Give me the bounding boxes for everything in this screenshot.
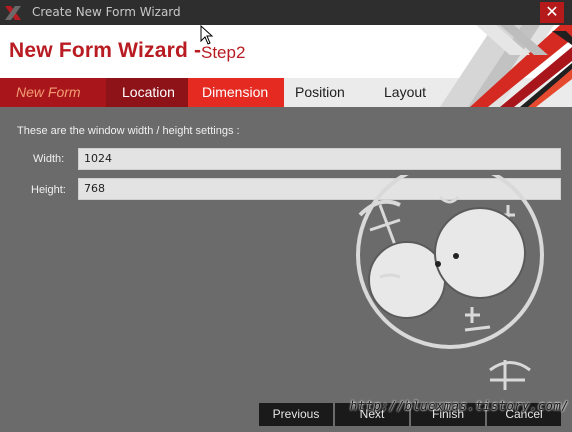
width-field[interactable]: 1024 — [78, 148, 561, 170]
close-icon[interactable]: ✕ — [540, 2, 564, 23]
tab-location[interactable]: Location — [106, 78, 196, 107]
wizard-step: Step2 — [201, 43, 246, 62]
wizard-title: New Form Wizard - — [9, 39, 202, 62]
app-logo-icon — [5, 6, 21, 20]
next-button[interactable]: Next — [335, 403, 409, 426]
dimension-panel: These are the window width / height sett… — [0, 107, 572, 399]
dimension-description: These are the window width / height sett… — [17, 125, 240, 137]
tab-new-form[interactable]: New Form — [0, 78, 112, 107]
wizard-footer: Previous Next Finish Cancel — [0, 399, 572, 432]
tab-layout[interactable]: Layout — [366, 78, 446, 107]
width-label: Width: — [33, 153, 65, 165]
wizard-steps: New Form Location Dimension Position Lay… — [0, 78, 572, 107]
finish-button[interactable]: Finish — [411, 403, 485, 426]
tab-dimension[interactable]: Dimension — [188, 78, 284, 107]
cancel-button[interactable]: Cancel — [487, 403, 561, 426]
height-field[interactable]: 768 — [78, 178, 561, 200]
height-label: Height: — [31, 184, 66, 196]
window-title: Create New Form Wizard — [32, 5, 181, 19]
tab-position[interactable]: Position — [276, 78, 366, 107]
title-bar[interactable]: Create New Form Wizard ✕ — [0, 0, 572, 25]
wizard-header: New Form Wizard - Step2 — [0, 25, 572, 78]
previous-button[interactable]: Previous — [259, 403, 333, 426]
